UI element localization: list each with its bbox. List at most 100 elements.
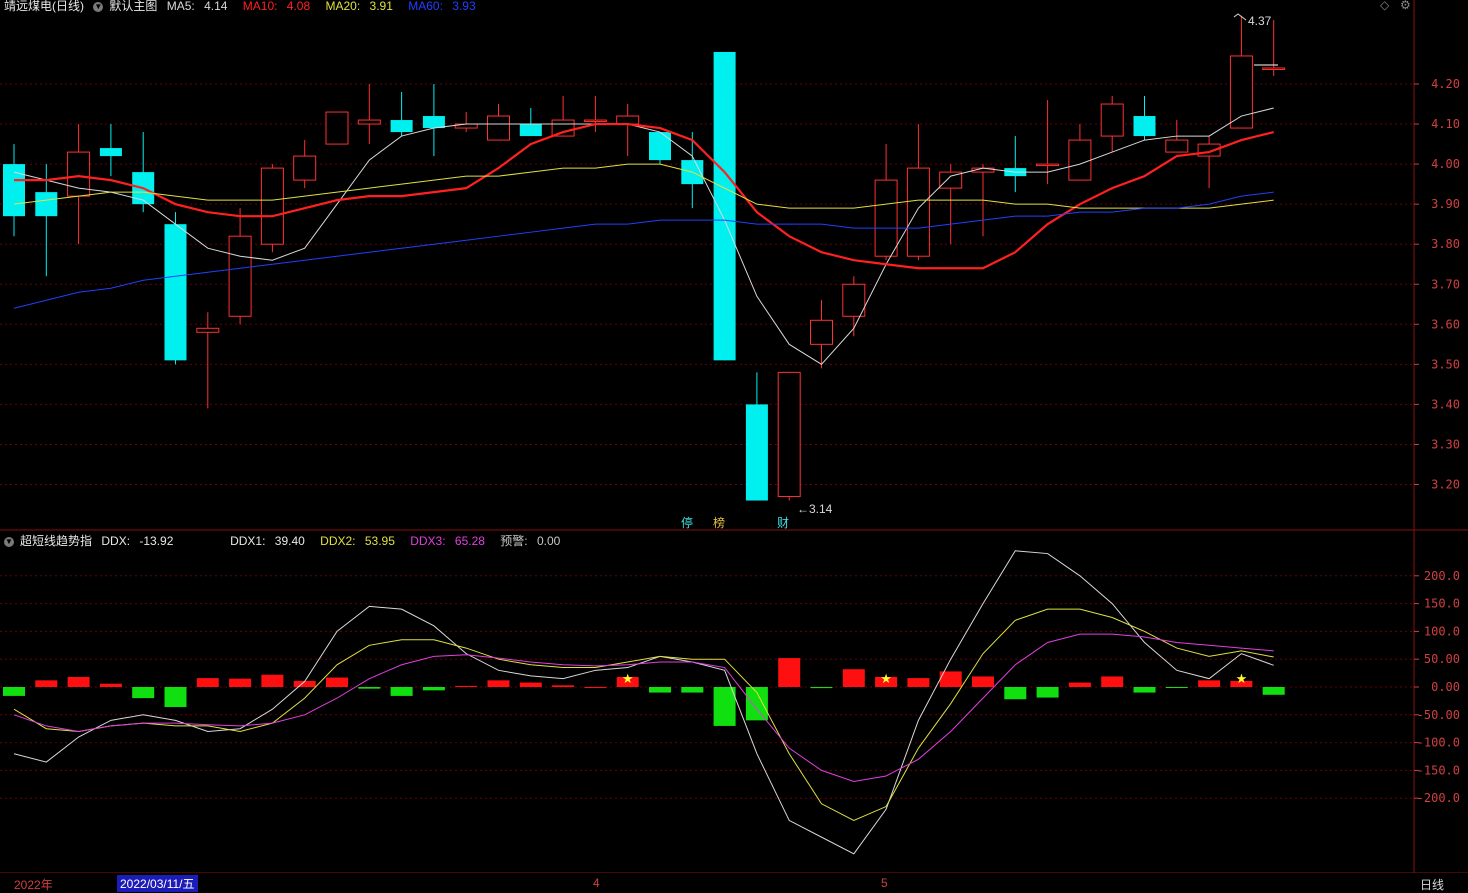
ddx-bar (1101, 676, 1124, 687)
ddx-bar (519, 682, 542, 687)
candle-body (551, 119, 575, 137)
candle-body (422, 116, 445, 129)
diamond-icon[interactable]: ◇ (1380, 0, 1389, 12)
alert-star-icon: ★ (1236, 671, 1248, 686)
ma20-value: 3.91 (369, 0, 393, 13)
candle-body (228, 235, 252, 317)
ddx-bar (1036, 687, 1059, 698)
ddx-bar (972, 676, 994, 687)
ddx-line-ddx2 (13, 608, 1274, 821)
template-dropdown-icon[interactable]: ▼ (93, 1, 104, 12)
ddx3-value: 65.28 (454, 534, 485, 548)
time-axis (0, 873, 1468, 893)
low-price-label: ←3.14 (797, 502, 833, 516)
main-y-tick-label: 4.10 (1431, 117, 1460, 131)
candle-body (616, 115, 640, 125)
candle-body (1133, 116, 1156, 137)
ddx-bar (1004, 687, 1027, 700)
candle-body (1262, 67, 1286, 70)
main-chart-header: 靖远煤电(日线) ▼ 默认主图 MA5: 4.14 MA10: 4.08 MA20… (4, 0, 488, 14)
ma10-label-text: MA10: (242, 0, 278, 13)
stock-name: 靖远煤电(日线) (4, 0, 84, 13)
main-y-tick-label: 3.50 (1431, 357, 1460, 371)
ddx-value: -13.92 (139, 534, 174, 548)
sub-y-tick-label: 150.0 (1424, 597, 1460, 611)
ddx-bar (681, 687, 704, 693)
indicator-dropdown-icon[interactable]: ▼ (4, 536, 14, 547)
high-price-label: 4.37 (1248, 14, 1272, 28)
candle-body (906, 167, 930, 257)
stock-chart[interactable]: 4.20 4.10 4.00 3.90 3.80 3.70 3.60 3.50 3.40 3.30… (0, 0, 1468, 893)
cursor-date: 2022/03/11/五 (117, 875, 198, 892)
ddx-bar (1165, 687, 1188, 688)
period-button[interactable]: 日线 (1420, 876, 1444, 893)
alert-star-icon: ★ (880, 671, 892, 686)
candle-body (390, 120, 413, 133)
ddx-bar (67, 676, 90, 687)
alert-label: 预警: 0.00 (500, 534, 566, 548)
ddx-bar (778, 658, 801, 687)
ddx-bar (810, 687, 833, 689)
ddx-bar (552, 685, 575, 687)
main-y-tick-label: 3.40 (1431, 397, 1460, 411)
ddx1-label: DDX1: 39.40 (230, 534, 311, 548)
ddx-label: DDX: -13.92 (101, 534, 179, 548)
ddx-bar (713, 687, 736, 726)
main-y-tick-label: 4.00 (1431, 157, 1460, 171)
ddx-bar (196, 678, 219, 687)
ddx-bar (1133, 687, 1156, 693)
ddx1-label-text: DDX1: (230, 534, 266, 548)
indicator-header: ▼ 超短线趋势指 DDX: -13.92 DDX1: 39.40 DDX2: 53… (4, 532, 572, 549)
ddx1-value: 39.40 (274, 534, 305, 548)
ma20-label: MA20: 3.91 (326, 0, 399, 13)
event-marker-3: 财 (777, 516, 789, 530)
alert-label-text: 预警: (500, 534, 528, 548)
ddx-bar (99, 683, 122, 687)
ddx-bar (422, 687, 445, 691)
candle-body (260, 167, 284, 245)
sub-y-tick-label: -100.0 (1417, 736, 1460, 750)
candle-body (35, 192, 58, 217)
high-price-arrow (1233, 13, 1247, 21)
settings-icon[interactable]: ⚙ (1400, 0, 1411, 12)
candle-body (1165, 139, 1189, 153)
ddx-bar (261, 674, 284, 687)
ddx-bar (164, 687, 187, 708)
ma5-value: 4.14 (204, 0, 228, 13)
ddx-bar (907, 678, 930, 687)
ma5-label-text: MA5: (166, 0, 195, 13)
ddx2-label: DDX2: 53.95 (320, 534, 401, 548)
main-y-tick-label: 3.20 (1431, 478, 1460, 492)
ma10-value: 4.08 (286, 0, 311, 13)
ddx-label-text: DDX: (101, 534, 131, 548)
ddx2-value: 53.95 (364, 534, 395, 548)
ddx-bar (584, 687, 607, 688)
alert-star-icon: ★ (622, 671, 634, 686)
ma60-value: 3.93 (452, 0, 476, 13)
alert-value: 0.00 (536, 534, 561, 548)
candle-body (357, 119, 381, 125)
ddx-bar (35, 680, 58, 687)
event-marker-1: 停 (681, 515, 693, 530)
candle-body (583, 119, 607, 123)
indicator-name[interactable]: 超短线趋势指 (20, 534, 92, 548)
ma60-label: MA60: 3.93 (408, 0, 481, 13)
candle-body (487, 115, 510, 141)
x-label-month-5: 5 (881, 876, 888, 890)
sub-y-tick-label: 100.0 (1424, 624, 1460, 638)
ma10-label: MA10: 4.08 (243, 0, 316, 13)
main-y-tick-label: 3.80 (1431, 237, 1460, 251)
candle-body (777, 371, 801, 498)
candle-body (842, 283, 866, 317)
candle-body (745, 404, 768, 501)
ma5-label: MA5: 4.14 (167, 0, 234, 13)
candle-body (164, 224, 187, 361)
candle-body (519, 124, 542, 137)
ddx-line-ddx1 (13, 550, 1274, 855)
ddx-bar (487, 680, 510, 687)
candle-body (1068, 139, 1092, 181)
template-name[interactable]: 默认主图 (109, 0, 157, 13)
ddx-bar (358, 687, 381, 689)
ma60-label-text: MA60: (408, 0, 443, 13)
candle-body (1036, 163, 1060, 167)
